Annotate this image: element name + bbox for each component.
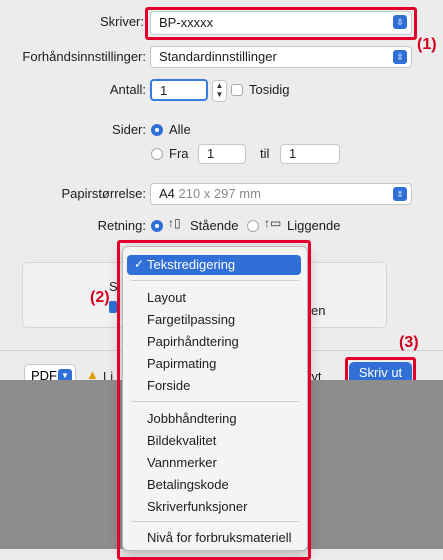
paper-dims: 210 x 297 mm xyxy=(178,186,261,201)
pages-to-label: til xyxy=(260,146,270,161)
orientation-portrait-label: Stående xyxy=(190,218,239,233)
copies-value: 1 xyxy=(160,83,168,98)
paper-label: Papirstørrelse: xyxy=(61,186,146,201)
chevron-updown-icon: ⇳ xyxy=(393,50,407,64)
callout-box-2 xyxy=(117,240,311,560)
pages-to-value: 1 xyxy=(289,146,297,161)
pages-label: Sider: xyxy=(112,122,146,137)
pages-all-label: Alle xyxy=(169,122,191,137)
presets-select[interactable]: Standardinnstillinger ⇳ xyxy=(150,46,412,68)
duplex-checkbox[interactable] xyxy=(231,84,243,96)
pages-all-radio[interactable] xyxy=(151,124,163,136)
orientation-portrait-radio[interactable] xyxy=(151,220,163,232)
pages-from-label: Fra xyxy=(169,146,189,161)
pages-to-input[interactable]: 1 xyxy=(280,144,340,164)
panel-checkbox-fragment xyxy=(109,301,117,313)
pages-from-radio[interactable] xyxy=(151,148,163,160)
paper-select[interactable]: A4 210 x 297 mm ⇳ xyxy=(150,183,412,205)
callout-box-1 xyxy=(145,7,417,40)
duplex-label: Tosidig xyxy=(249,82,290,97)
panel-fragment-right: en xyxy=(311,303,326,318)
printer-label: Skriver: xyxy=(99,14,144,29)
copies-stepper[interactable]: ▲ ▼ xyxy=(212,80,227,102)
pages-from-input[interactable]: 1 xyxy=(198,144,246,164)
copies-label: Antall: xyxy=(109,82,146,97)
paper-value: A4 xyxy=(159,186,175,201)
presets-label: Forhåndsinnstillinger: xyxy=(22,49,146,64)
orientation-landscape-radio[interactable] xyxy=(247,220,259,232)
orientation-landscape-label: Liggende xyxy=(287,218,341,233)
copies-input[interactable]: 1 xyxy=(150,79,208,101)
callout-2: (2) xyxy=(90,289,110,306)
presets-value: Standardinnstillinger xyxy=(159,49,277,64)
landscape-icon: ↑▭ xyxy=(264,216,282,230)
callout-1: (1) xyxy=(417,36,437,53)
orientation-label: Retning: xyxy=(97,218,146,233)
pages-from-value: 1 xyxy=(207,146,215,161)
chevron-updown-icon: ⇳ xyxy=(393,187,407,201)
callout-3: (3) xyxy=(399,334,419,351)
portrait-icon: ↑▯ xyxy=(168,216,181,230)
